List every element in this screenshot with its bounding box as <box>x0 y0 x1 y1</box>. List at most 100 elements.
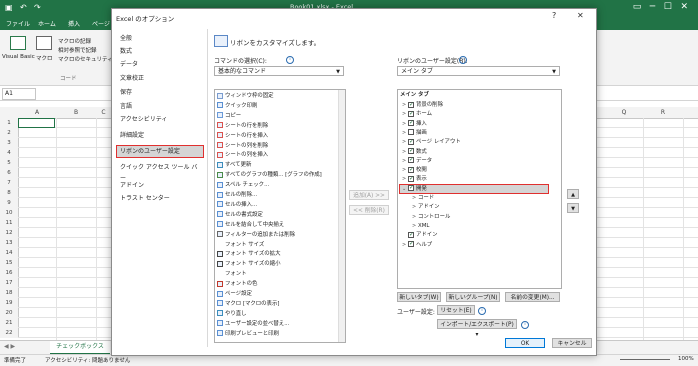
command-item[interactable]: スペル チェック... <box>217 181 269 189</box>
row-header[interactable]: 5 <box>0 158 19 168</box>
tree-item[interactable]: >背景の削除 <box>402 101 443 109</box>
row-header[interactable]: 3 <box>0 138 19 148</box>
command-item[interactable]: シートの行を削除 <box>217 122 268 130</box>
move-up-button[interactable]: ▲ <box>567 189 579 199</box>
macro-button[interactable]: マクロ <box>36 54 53 62</box>
col-header-q[interactable]: Q <box>605 107 643 119</box>
command-item[interactable]: セルの挿入... <box>217 201 257 209</box>
save-icon[interactable]: ▣ <box>5 3 13 12</box>
tree-item[interactable]: アドイン <box>402 231 438 239</box>
redo-icon[interactable]: ↷ <box>34 3 41 12</box>
nav-general[interactable]: 全般 <box>117 33 203 44</box>
import-export-button[interactable]: インポート/エクスポート(P) ▾ <box>437 319 517 338</box>
new-tab-button[interactable]: 新しいタブ(W) <box>397 292 441 302</box>
nav-advanced[interactable]: 詳細設定 <box>117 130 203 141</box>
col-header-s[interactable] <box>683 107 698 119</box>
zoom-level[interactable]: 100% <box>678 356 694 362</box>
tree-item[interactable]: >データ <box>402 156 432 165</box>
tree-item[interactable]: >校閲 <box>402 166 427 174</box>
command-item[interactable]: シートの列を削除 <box>217 142 268 150</box>
row-header[interactable]: 13 <box>0 238 19 248</box>
command-item[interactable]: フォント <box>217 270 247 278</box>
nav-language[interactable]: 言語 <box>117 101 203 112</box>
row-header[interactable]: 12 <box>0 228 19 238</box>
tab-checkbox[interactable] <box>408 101 414 109</box>
record-macro-button[interactable]: マクロの記録 <box>58 37 91 45</box>
nav-trust-center[interactable]: トラスト センター <box>117 193 203 204</box>
cancel-button[interactable]: キャンセル <box>552 338 592 348</box>
command-item[interactable]: すべて更新 <box>217 161 251 169</box>
reset-button[interactable]: リセット(E) ▾ <box>437 305 475 324</box>
command-item[interactable]: ウィンドウ枠の固定 <box>217 92 274 100</box>
row-header[interactable]: 6 <box>0 168 19 178</box>
close-icon[interactable]: ✕ <box>577 11 584 20</box>
nav-customize-ribbon[interactable]: リボンのユーザー設定 <box>116 145 204 158</box>
tree-item[interactable]: >数式 <box>402 147 427 156</box>
col-header-c[interactable]: C <box>96 107 111 119</box>
row-header[interactable]: 1 <box>0 118 19 128</box>
row-header[interactable]: 15 <box>0 258 19 268</box>
tree-item[interactable]: >ヘルプ <box>402 240 432 249</box>
tab-checkbox[interactable] <box>408 166 414 174</box>
nav-addins[interactable]: アドイン <box>117 180 203 191</box>
tab-checkbox[interactable] <box>408 138 414 146</box>
row-header[interactable]: 21 <box>0 318 19 328</box>
tree-item[interactable]: >ホーム <box>402 110 432 118</box>
nav-quick-access[interactable]: クイック アクセス ツール バー <box>117 162 203 182</box>
tab-home[interactable]: ホーム <box>38 19 56 28</box>
row-header[interactable]: 4 <box>0 148 19 158</box>
move-down-button[interactable]: ▼ <box>567 203 579 213</box>
command-item[interactable]: 印刷プレビューと印刷 <box>217 330 279 338</box>
zoom-slider[interactable] <box>620 359 670 360</box>
visual-basic-button[interactable]: Visual Basic <box>2 54 35 60</box>
new-group-button[interactable]: 新しいグループ(N) <box>446 292 500 302</box>
tree-item[interactable]: > コード <box>412 194 434 202</box>
command-item[interactable]: コピー <box>217 112 241 120</box>
row-header[interactable]: 2 <box>0 128 19 138</box>
commands-list[interactable]: ウィンドウ枠の固定 クイック印刷 コピーシートの行を削除 シートの行を挿入 シートの列を… <box>214 89 346 343</box>
col-header-b[interactable]: B <box>56 107 96 119</box>
window-controls[interactable]: ▭ ─ ☐ ✕ <box>633 2 688 12</box>
row-header[interactable]: 8 <box>0 188 19 198</box>
command-item[interactable]: ページ設定 <box>217 290 252 298</box>
nav-save[interactable]: 保存 <box>117 87 203 98</box>
nav-formulas[interactable]: 数式 <box>117 46 203 57</box>
command-item[interactable]: シートの行を挿入 <box>217 132 268 140</box>
rename-button[interactable]: 名前の変更(M)... <box>505 292 560 302</box>
name-box[interactable]: A1 <box>2 88 36 100</box>
row-header[interactable]: 20 <box>0 308 19 318</box>
ribbon-tree[interactable]: メイン タブ >背景の削除>ホーム>挿入>描画>ページ レイアウト>数式>データ… <box>397 89 562 289</box>
undo-icon[interactable]: ↶ <box>20 3 27 12</box>
nav-accessibility[interactable]: アクセシビリティ <box>117 114 203 125</box>
visual-basic-icon[interactable] <box>10 36 26 50</box>
tree-item[interactable]: >ページ レイアウト <box>402 138 461 146</box>
command-item[interactable]: フォント サイズの拡大 <box>217 250 280 258</box>
add-button[interactable]: 追加(A) >> <box>349 190 389 200</box>
command-item[interactable]: すべてのグラフの種類... [グラフの作成] <box>217 171 322 179</box>
command-item[interactable]: セルの書式設定 <box>217 211 263 219</box>
row-header[interactable]: 10 <box>0 208 19 218</box>
active-cell[interactable] <box>18 118 55 128</box>
relative-ref-button[interactable]: 相対参照で記録 <box>58 46 97 54</box>
command-item[interactable]: フィルターの追加または削除 <box>217 231 295 239</box>
tab-checkbox[interactable] <box>408 119 414 127</box>
tab-checkbox[interactable] <box>408 156 414 164</box>
macro-icon[interactable] <box>36 36 52 50</box>
command-item[interactable]: フォント サイズの縮小 <box>217 260 280 268</box>
row-header[interactable]: 22 <box>0 328 19 338</box>
tab-insert[interactable]: 挿入 <box>68 19 80 28</box>
help-button[interactable]: ? <box>552 11 556 20</box>
tree-item[interactable]: >表示 <box>402 175 427 183</box>
commands-scrollbar[interactable] <box>338 90 345 342</box>
command-item[interactable]: クイック印刷 <box>217 102 257 110</box>
command-item[interactable]: やり直し <box>217 310 247 318</box>
nav-proofing[interactable]: 文章校正 <box>117 73 203 84</box>
sheet-nav-icon[interactable]: ◀ ▶ <box>4 343 15 350</box>
remove-button[interactable]: << 削除(R) <box>349 205 389 215</box>
tree-item[interactable]: > XML <box>412 222 429 230</box>
command-item[interactable]: セルを結合して中央揃え <box>217 221 284 229</box>
ok-button[interactable]: OK <box>505 338 545 348</box>
macro-security-button[interactable]: マクロのセキュリティ <box>58 55 113 63</box>
command-item[interactable]: シートの列を挿入 <box>217 151 268 159</box>
tree-item-developer[interactable]: ⌄開発 <box>399 183 549 194</box>
